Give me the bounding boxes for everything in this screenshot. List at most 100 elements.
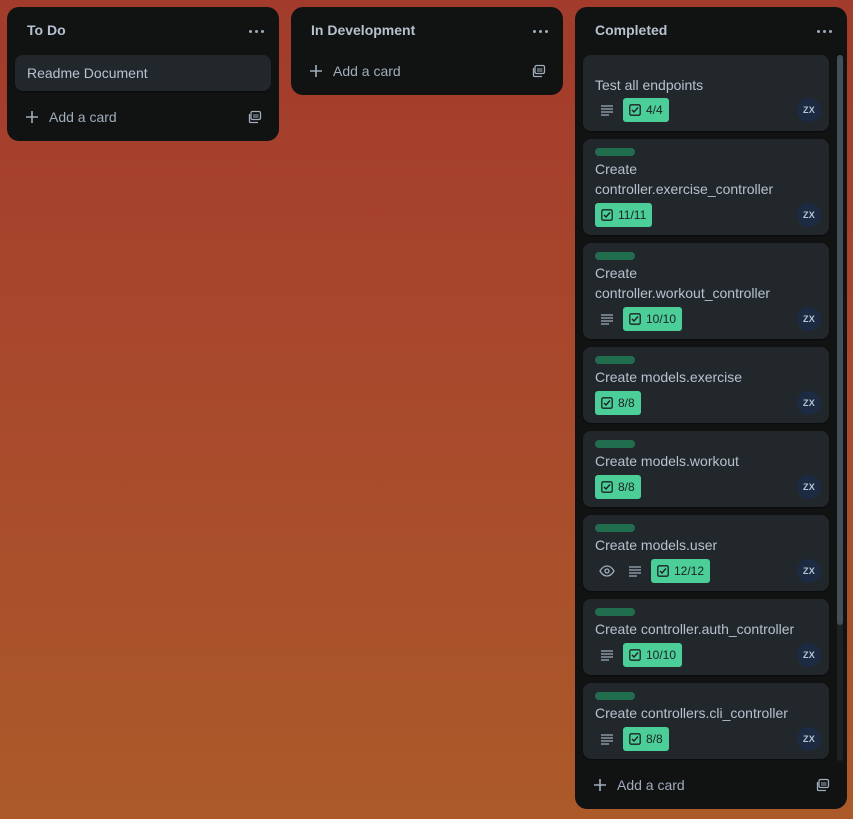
checklist-badge: 4/4 [623, 98, 669, 122]
card-create-workout-controller[interactable]: Create controller.workout_controller 10/… [583, 243, 829, 339]
description-icon [595, 727, 619, 751]
add-card-label: Add a card [617, 777, 685, 793]
list-scrollbar[interactable] [837, 55, 843, 761]
plus-icon [594, 779, 606, 791]
member-avatar[interactable]: ZX [797, 475, 821, 499]
list-in-development: In Development Add a card [291, 7, 563, 95]
list-title[interactable]: Completed [595, 22, 667, 38]
card-create-exercise-controller[interactable]: Create controller.exercise_controller 11… [583, 139, 829, 235]
card-title: Create models.workout [595, 453, 739, 469]
list-title[interactable]: To Do [27, 22, 66, 38]
add-card-button[interactable]: Add a card [299, 55, 519, 87]
card-label-green[interactable] [595, 692, 635, 700]
card-title: Test all endpoints [595, 77, 704, 93]
description-icon [595, 98, 619, 122]
checklist-icon [601, 209, 613, 221]
add-card-label: Add a card [333, 63, 401, 79]
add-card-label: Add a card [49, 109, 117, 125]
eye-icon [595, 559, 619, 583]
list-header: In Development [291, 7, 563, 53]
card-title: Create controller.workout_controller [595, 265, 771, 301]
card-test-all-endpoints[interactable]: Test all endpoints 4/4 ZX [583, 55, 829, 131]
member-avatar[interactable]: ZX [797, 203, 821, 227]
card-title: Create controller.auth_controller [595, 621, 795, 637]
list-completed: Completed Test all endpoints 4/4 ZX Crea… [575, 7, 847, 809]
checklist-badge: 8/8 [623, 727, 669, 751]
checklist-count: 8/8 [646, 732, 663, 746]
card-title: Create controller.exercise_controller [595, 161, 774, 197]
description-icon [623, 559, 647, 583]
checklist-icon [629, 733, 641, 745]
card-template-icon [816, 778, 830, 792]
card-badges: 10/10 [595, 643, 683, 667]
checklist-icon [657, 565, 669, 577]
checklist-badge: 10/10 [623, 307, 683, 331]
card-create-models-workout[interactable]: Create models.workout 8/8 ZX [583, 431, 829, 507]
card-template-icon [248, 110, 262, 124]
plus-icon [310, 65, 322, 77]
ellipsis-icon [816, 29, 820, 33]
checklist-count: 8/8 [618, 480, 635, 494]
member-avatar[interactable]: ZX [797, 391, 821, 415]
member-avatar[interactable]: ZX [797, 727, 821, 751]
add-card-button[interactable]: Add a card [15, 101, 235, 133]
card-create-models-user[interactable]: Create models.user 12/12 ZX [583, 515, 829, 591]
list-menu-button[interactable] [527, 20, 553, 42]
checklist-icon [629, 649, 641, 661]
card-label-green[interactable] [595, 440, 635, 448]
card-title: Create models.exercise [595, 369, 743, 385]
card-create-cli-controller[interactable]: Create controllers.cli_controller 8/8 ZX [583, 683, 829, 759]
plus-icon [26, 111, 38, 123]
member-avatar[interactable]: ZX [797, 643, 821, 667]
create-from-template-button[interactable] [243, 105, 267, 129]
card-label-green[interactable] [595, 148, 635, 156]
ellipsis-icon [248, 29, 252, 33]
card-template-icon [532, 64, 546, 78]
card-create-models-exercise[interactable]: Create models.exercise 8/8 ZX [583, 347, 829, 423]
add-card-button[interactable]: Add a card [583, 769, 803, 801]
card-title: Readme Document [27, 65, 148, 81]
card-badges: 10/10 [595, 307, 683, 331]
card-create-auth-controller[interactable]: Create controller.auth_controller 10/10 … [583, 599, 829, 675]
card-title: Create controllers.cli_controller [595, 705, 788, 721]
card-label-green[interactable] [595, 608, 635, 616]
checklist-icon [601, 481, 613, 493]
card-label-green[interactable] [595, 524, 635, 532]
checklist-badge: 10/10 [623, 643, 683, 667]
card-readme-document[interactable]: Readme Document [15, 55, 271, 91]
card-label-green[interactable] [595, 356, 635, 364]
card-badges: 12/12 [595, 559, 711, 583]
ellipsis-icon [532, 29, 536, 33]
description-icon [595, 643, 619, 667]
checklist-badge: 8/8 [595, 475, 641, 499]
member-avatar[interactable]: ZX [797, 307, 821, 331]
card-badges: 8/8 [595, 727, 669, 751]
checklist-badge: 11/11 [595, 203, 653, 227]
checklist-badge: 12/12 [651, 559, 711, 583]
card-title: Create models.user [595, 537, 718, 553]
list-menu-button[interactable] [243, 20, 269, 42]
card-badges: 11/11 [595, 203, 653, 227]
list-menu-button[interactable] [811, 20, 837, 42]
list-header: Completed [575, 7, 847, 53]
checklist-count: 10/10 [646, 312, 677, 326]
card-label-green[interactable] [595, 252, 635, 260]
description-icon [595, 307, 619, 331]
list-todo: To Do Readme Document Add a card [7, 7, 279, 141]
card-badges: 8/8 [595, 475, 641, 499]
member-avatar[interactable]: ZX [797, 98, 821, 122]
card-badges: 4/4 [595, 98, 669, 122]
checklist-icon [629, 104, 641, 116]
member-avatar[interactable]: ZX [797, 559, 821, 583]
checklist-count: 4/4 [646, 103, 663, 117]
checklist-count: 8/8 [618, 396, 635, 410]
card-badges: 8/8 [595, 391, 641, 415]
checklist-icon [629, 313, 641, 325]
create-from-template-button[interactable] [527, 59, 551, 83]
list-header: To Do [7, 7, 279, 53]
list-title[interactable]: In Development [311, 22, 415, 38]
checklist-count: 11/11 [618, 208, 647, 222]
checklist-count: 12/12 [674, 564, 705, 578]
scrollbar-thumb[interactable] [837, 55, 843, 625]
create-from-template-button[interactable] [811, 773, 835, 797]
